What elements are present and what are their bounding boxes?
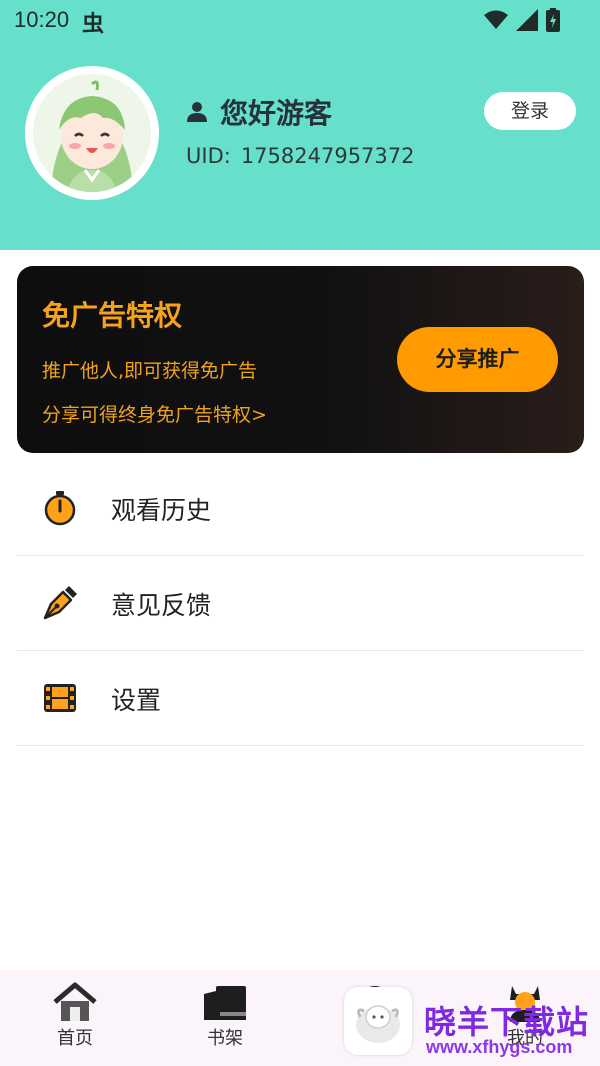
- stopwatch-icon: [44, 491, 76, 526]
- signal-icon: [516, 9, 538, 31]
- watermark: 晓羊下载站 www.xfhygs.com: [340, 985, 600, 1063]
- promo-title: 免广告特权: [42, 299, 183, 332]
- ad-free-promo-card[interactable]: 免广告特权 推广他人,即可获得免广告 分享可得终身免广告特权> 分享推广: [17, 266, 584, 453]
- user-icon: [187, 102, 207, 122]
- avatar: [33, 74, 151, 192]
- uid-label: UID:: [186, 144, 231, 168]
- uid-row: UID: 1758247957372: [186, 144, 415, 168]
- share-promote-button[interactable]: 分享推广: [397, 327, 558, 392]
- tab-bookshelf[interactable]: 书架: [175, 982, 275, 1050]
- avatar-illustration: [33, 74, 151, 192]
- sheep-logo-icon: [344, 987, 412, 1055]
- watermark-url: www.xfhygs.com: [426, 1037, 573, 1057]
- tab-home[interactable]: 首页: [25, 982, 125, 1050]
- menu-item-feedback[interactable]: 意见反馈: [17, 556, 584, 651]
- greeting-text: 您好游客: [220, 97, 333, 130]
- menu-item-watch-history[interactable]: 观看历史: [17, 461, 584, 556]
- status-time: 10:20: [14, 7, 70, 32]
- debug-bug-icon: 虫: [82, 12, 105, 37]
- film-icon: [44, 684, 76, 712]
- tab-label-bookshelf: 书架: [207, 1028, 243, 1049]
- battery-icon: [546, 8, 560, 32]
- home-icon: [53, 982, 97, 1021]
- profile-header: 10:20 虫 您好游客 UID: 1758247957372 登录: [0, 0, 600, 250]
- uid-value: 1758247957372: [240, 144, 415, 168]
- menu-label-settings: 设置: [111, 686, 162, 715]
- menu-label-watch-history: 观看历史: [111, 496, 212, 525]
- tab-label-home: 首页: [57, 1028, 93, 1049]
- promo-lifetime-link[interactable]: 分享可得终身免广告特权>: [42, 400, 267, 427]
- pen-nib-icon: [43, 586, 77, 620]
- login-button[interactable]: 登录: [484, 92, 576, 130]
- menu-label-feedback: 意见反馈: [111, 591, 212, 620]
- avatar-frame[interactable]: [25, 66, 159, 200]
- promo-description: 推广他人,即可获得免广告: [42, 360, 258, 382]
- menu-item-settings[interactable]: 设置: [17, 651, 584, 746]
- bookshelf-icon: [204, 986, 246, 1020]
- wifi-icon: [484, 10, 508, 29]
- status-bar: 10:20 虫: [0, 0, 600, 40]
- status-icons: [484, 8, 560, 32]
- greeting-row: 您好游客: [186, 92, 332, 132]
